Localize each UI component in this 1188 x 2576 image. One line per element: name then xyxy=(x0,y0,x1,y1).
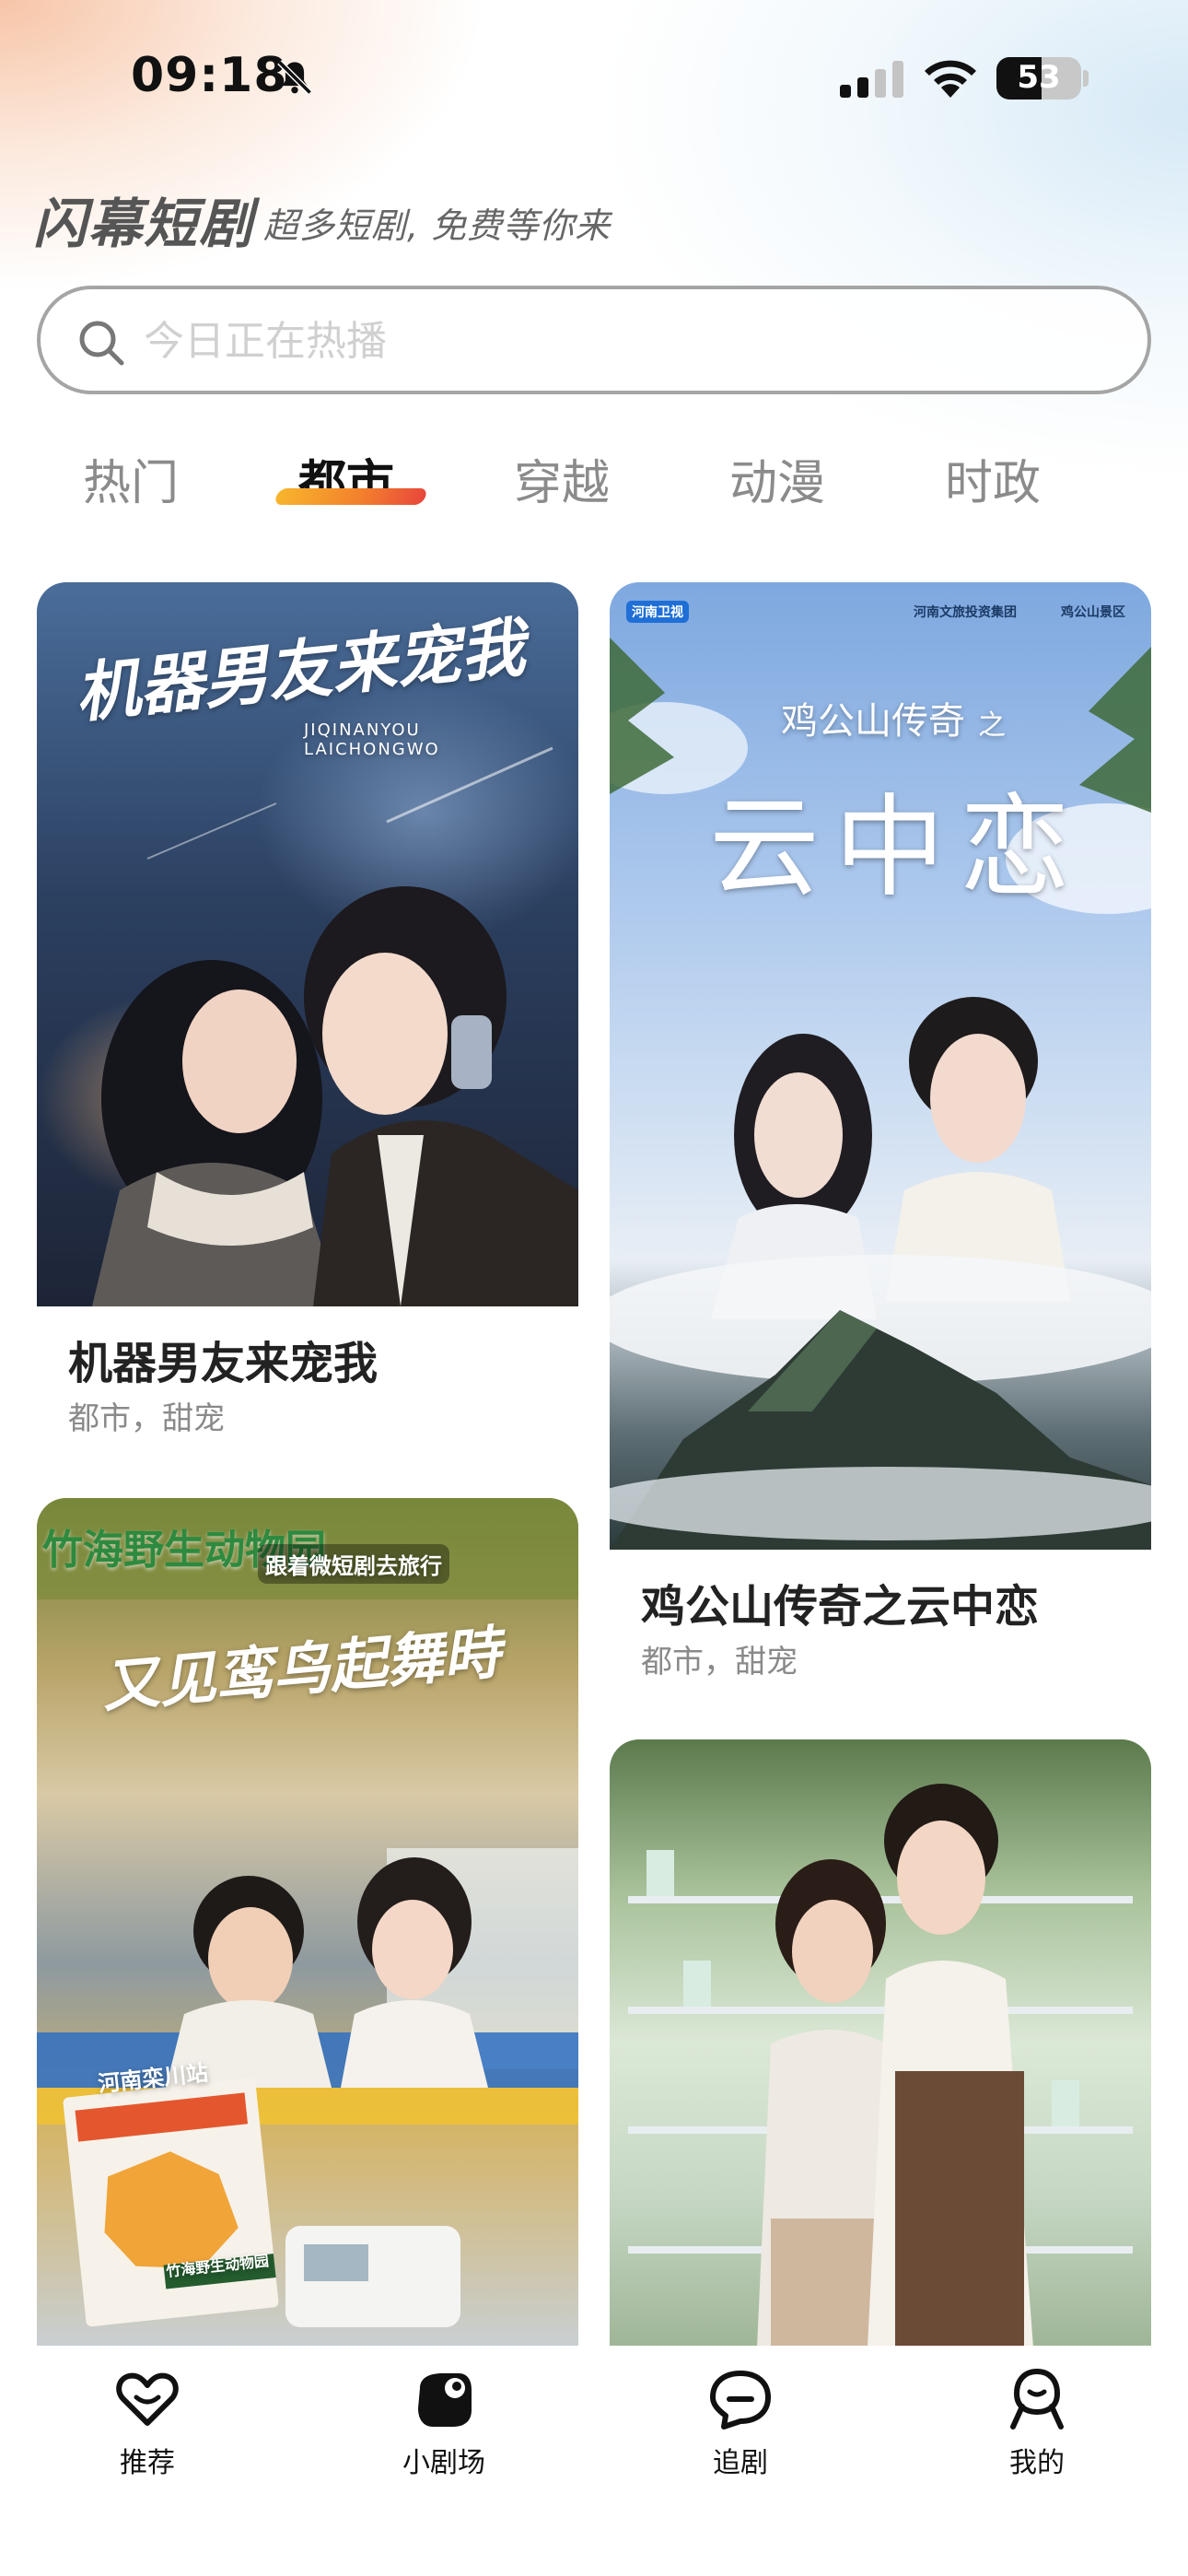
status-time: 09:18 xyxy=(131,48,288,103)
poster-series-suffix: 之 xyxy=(978,709,1006,742)
drama-tags: 都市，甜宠 xyxy=(641,1644,798,1680)
active-tab-indicator xyxy=(273,488,429,505)
status-bar: 09:18 53 xyxy=(0,0,1188,157)
battery-cap xyxy=(1083,70,1089,87)
poster-series-text: 鸡公山传奇 xyxy=(781,700,965,743)
drama-card[interactable]: 机器男友来宠我 JIQINANYOU LAICHONGWO 机器男友来宠我 都市… xyxy=(37,582,578,1467)
app-screen: 09:18 53 闪幕短剧 超多短剧, 免费等你来 今日正在热播 热门 都市 穿… xyxy=(0,0,1188,2576)
tab-time-travel[interactable]: 穿越 xyxy=(470,444,654,513)
heart-smile-icon xyxy=(116,2372,179,2426)
drama-card[interactable]: 河南卫视 河南文旅投资集团 鸡公山景区 鸡公山传奇 之 云中恋 鸡公山传奇之云中… xyxy=(610,582,1151,1706)
search-icon xyxy=(79,321,124,366)
drama-tags: 都市，甜宠 xyxy=(68,1400,225,1437)
drama-poster: 河南卫视 河南文旅投资集团 鸡公山景区 鸡公山传奇 之 云中恋 xyxy=(610,582,1151,1550)
nav-profile-label: 我的 xyxy=(1009,2447,1065,2479)
theater-blob-icon xyxy=(418,2373,472,2427)
cellular-signal-icon xyxy=(840,61,903,98)
tab-anime[interactable]: 动漫 xyxy=(685,444,869,513)
nav-recommend[interactable]: 推荐 xyxy=(55,2366,239,2480)
app-logo-title: 闪幕短剧 xyxy=(33,193,255,255)
drama-poster xyxy=(610,1739,1151,2348)
drama-title: 机器男友来宠我 xyxy=(68,1338,379,1389)
wifi-icon xyxy=(925,60,976,98)
drama-card[interactable]: 竹海野生动物园 跟着微短剧去旅行 又见鸾鸟起舞時 河南栾川站 竹海野生动物园 xyxy=(37,1498,578,2346)
search-input[interactable] xyxy=(144,311,1101,370)
drama-poster: 机器男友来宠我 JIQINANYOU LAICHONGWO xyxy=(37,582,578,1306)
search-bar[interactable] xyxy=(37,286,1151,394)
poster-sponsor-text-2: 鸡公山景区 xyxy=(1061,605,1125,620)
nav-theater[interactable]: 小剧场 xyxy=(352,2366,536,2480)
nav-recommend-label: 推荐 xyxy=(120,2447,175,2479)
category-tabs: 热门 都市 穿越 动漫 时政 xyxy=(0,433,1188,534)
drama-poster: 竹海野生动物园 跟着微短剧去旅行 又见鸾鸟起舞時 河南栾川站 竹海野生动物园 xyxy=(37,1498,578,2346)
tab-current-affairs[interactable]: 时政 xyxy=(901,444,1085,513)
poster-sponsor-text: 河南文旅投资集团 xyxy=(914,605,1017,620)
drama-card[interactable] xyxy=(610,1739,1151,2348)
battery-level-text: 53 xyxy=(1017,59,1061,96)
nav-follow[interactable]: 追剧 xyxy=(648,2366,833,2480)
app-slogan: 超多短剧, 免费等你来 xyxy=(263,205,611,246)
poster-campaign-tag: 跟着微短剧去旅行 xyxy=(258,1544,449,1584)
poster-title-text: 云中恋 xyxy=(709,784,1085,912)
chat-bubble-icon xyxy=(710,2371,771,2430)
poster-pinyin-text: JIQINANYOU LAICHONGWO xyxy=(304,720,440,759)
battery-indicator: 53 xyxy=(996,57,1081,100)
drama-title: 鸡公山传奇之云中恋 xyxy=(641,1581,1040,1633)
nav-follow-label: 追剧 xyxy=(713,2447,768,2479)
nav-profile[interactable]: 我的 xyxy=(945,2366,1129,2480)
bottom-tab-bar: 推荐 小剧场 追剧 我的 xyxy=(0,2346,1188,2576)
nav-theater-label: 小剧场 xyxy=(402,2447,485,2479)
poster-broadcaster-badge: 河南卫视 xyxy=(626,601,689,623)
profile-icon xyxy=(1010,2368,1064,2430)
poster-illustration xyxy=(628,1784,1133,2348)
bell-off-icon xyxy=(277,60,312,95)
tab-hot[interactable]: 热门 xyxy=(39,444,223,513)
